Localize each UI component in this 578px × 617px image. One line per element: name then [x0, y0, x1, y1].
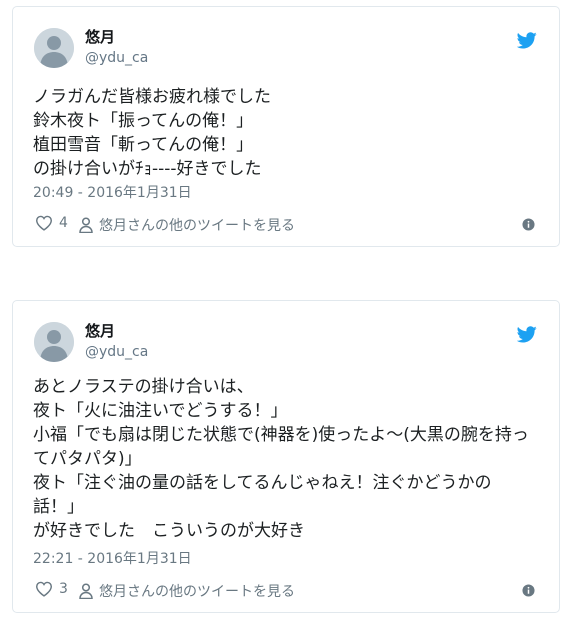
person-icon: [79, 217, 93, 233]
like-button[interactable]: 4: [35, 215, 68, 231]
more-tweets-link[interactable]: 悠月さんの他のツイートを見る: [79, 215, 295, 235]
person-icon: [79, 583, 93, 599]
heart-icon: [35, 581, 53, 597]
tweet-timestamp[interactable]: 20:49 - 2016年1月31日: [33, 184, 192, 202]
default-avatar-icon: [34, 28, 74, 68]
info-icon[interactable]: [522, 584, 535, 597]
author-name[interactable]: 悠月: [85, 321, 115, 341]
tweet-actions: 4 悠月さんの他のツイートを見る: [33, 214, 539, 236]
avatar[interactable]: [34, 322, 74, 362]
default-avatar-icon: [34, 322, 74, 362]
author-name[interactable]: 悠月: [85, 27, 115, 47]
tweet-text: ノラガんだ皆様お疲れ様でした 鈴木夜ト「振ってんの俺！」 植田雪音「斬ってんの俺…: [33, 87, 271, 179]
more-tweets-link[interactable]: 悠月さんの他のツイートを見る: [79, 581, 295, 601]
tweet-actions: 3 悠月さんの他のツイートを見る: [33, 580, 539, 602]
more-tweets-label: 悠月さんの他のツイートを見る: [99, 218, 295, 234]
like-button[interactable]: 3: [35, 581, 68, 597]
embedded-tweet: 悠月 @ydu_ca あとノラステの掛け合いは、 夜ト「火に油注いでどうする！」…: [12, 300, 560, 613]
tweet-feed: 悠月 @ydu_ca ノラガんだ皆様お疲れ様でした 鈴木夜ト「振ってんの俺！」 …: [0, 0, 578, 617]
embedded-tweet: 悠月 @ydu_ca ノラガんだ皆様お疲れ様でした 鈴木夜ト「振ってんの俺！」 …: [12, 6, 560, 247]
author-handle[interactable]: @ydu_ca: [85, 49, 148, 67]
more-tweets-label: 悠月さんの他のツイートを見る: [99, 584, 295, 600]
author-handle[interactable]: @ydu_ca: [85, 343, 148, 361]
tweet-text: あとノラステの掛け合いは、 夜ト「火に油注いでどうする！」 小福「でも扇は閉じた…: [33, 377, 529, 541]
like-count: 3: [59, 581, 68, 597]
twitter-bird-icon[interactable]: [517, 32, 537, 49]
heart-icon: [35, 215, 53, 231]
like-count: 4: [59, 215, 68, 231]
twitter-bird-icon[interactable]: [517, 326, 537, 343]
tweet-timestamp[interactable]: 22:21 - 2016年1月31日: [33, 550, 192, 568]
info-icon[interactable]: [522, 218, 535, 231]
avatar[interactable]: [34, 28, 74, 68]
